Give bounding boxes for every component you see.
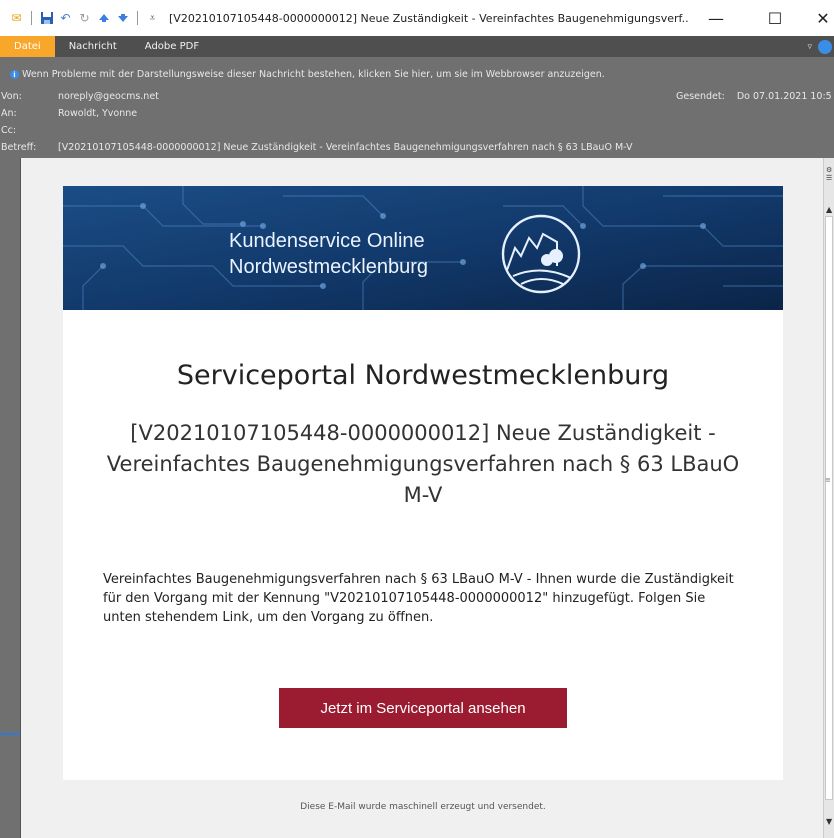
scroll-grip-icon: ≡ [825,476,831,484]
cc-row: Cc: [0,125,58,136]
scroll-down-icon[interactable]: ▼ [826,818,833,826]
email-body-text: Vereinfachtes Baugenehmigungsverfahren n… [103,572,734,625]
scroll-up-icon[interactable]: ▲ [826,206,833,214]
ribbon-right-controls: ▿ [807,36,834,57]
subject-row: Betreff: [V20210107105448-0000000012] Ne… [0,142,633,153]
sent-label: Gesendet: [676,91,725,102]
from-value[interactable]: noreply@geocms.net [58,91,159,102]
ribbon-expand-icon[interactable]: ▿ [807,42,812,52]
ribbon-tabs: Datei Nachricht Adobe PDF ▿ [0,36,834,57]
open-serviceportal-button[interactable]: Jetzt im Serviceportal ansehen [279,688,567,728]
tab-nachricht[interactable]: Nachricht [55,36,131,57]
scroll-tools-icon[interactable]: ⚙ ☰ [826,166,833,194]
sent-value: Do 07.01.2021 10:5 [736,91,832,102]
to-label: An: [1,108,17,119]
left-edge-line [0,733,20,735]
up-arrow-icon[interactable] [95,10,112,27]
email-heading: Serviceportal Nordwestmecklenburg [176,360,670,391]
undo-icon[interactable]: ↶ [57,10,74,27]
divider [137,11,138,25]
message-body: Kundenservice Online Nordwestmecklenburg… [20,158,824,838]
quick-access-toolbar: ✉ ↶ ↻ ⩡ [0,0,161,36]
info-bar[interactable]: i Wenn Probleme mit der Darstellungsweis… [10,69,605,80]
message-header: i Wenn Probleme mit der Darstellungsweis… [0,57,834,158]
email-banner: Kundenservice Online Nordwestmecklenburg [63,186,783,310]
minimize-button[interactable]: — [693,0,739,36]
down-arrow-icon[interactable] [114,10,131,27]
to-value[interactable]: Rowoldt, Yvonne [58,108,137,119]
subject-value: [V20210107105448-0000000012] Neue Zustän… [58,142,633,153]
info-icon: i [10,70,19,79]
from-label: Von: [1,91,22,102]
title-bar: ✉ ↶ ↻ ⩡ [V20210107105448-0000000012] Neu… [0,0,834,36]
scrollbar-thumb[interactable] [825,216,833,800]
divider [31,11,32,25]
subject-label: Betreff: [1,142,37,153]
save-icon[interactable] [38,10,55,27]
vertical-scrollbar[interactable]: ⚙ ☰ ▲ ≡ ▼ [823,158,834,838]
banner-line-1: Kundenservice Online [229,230,425,252]
email-footer: Diese E-Mail wurde maschinell erzeugt un… [300,802,546,812]
mail-icon: ✉ [11,11,22,25]
cc-label: Cc: [1,125,17,136]
maximize-button[interactable]: ☐ [752,0,798,36]
banner-title: Kundenservice Online Nordwestmecklenburg [229,228,428,280]
tab-datei[interactable]: Datei [0,36,55,57]
customize-icon[interactable]: ⩡ [144,10,161,27]
from-row: Von: noreply@geocms.net [0,91,159,102]
tab-adobe-pdf[interactable]: Adobe PDF [131,36,213,57]
info-bar-text[interactable]: Wenn Probleme mit der Darstellungsweise … [22,69,605,80]
email-subheading: [V20210107105448-0000000012] Neue Zustän… [106,421,740,507]
outlook-message-window: ✉ ↶ ↻ ⩡ [V20210107105448-0000000012] Neu… [0,0,834,838]
redo-icon[interactable]: ↻ [76,10,93,27]
banner-line-2: Nordwestmecklenburg [229,256,428,278]
window-title: [V20210107105448-0000000012] Neue Zustän… [169,11,689,25]
close-button[interactable]: ✕ [800,0,834,36]
to-row: An: Rowoldt, Yvonne [0,108,137,119]
sent-row: Gesendet: Do 07.01.2021 10:5 [676,91,832,102]
email-card: Kundenservice Online Nordwestmecklenburg… [63,186,783,780]
help-icon[interactable] [818,39,832,54]
